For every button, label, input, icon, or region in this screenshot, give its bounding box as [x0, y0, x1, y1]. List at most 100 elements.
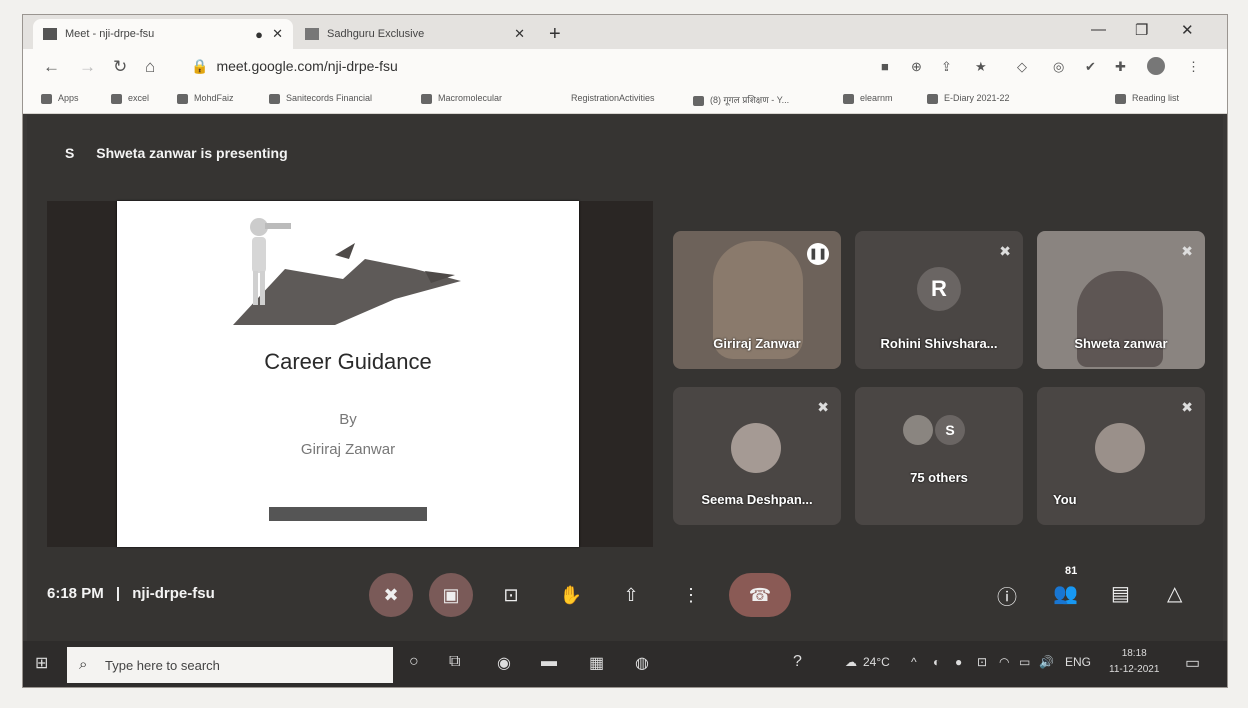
participant-tile[interactable]: ✖ Seema Deshpan... [673, 387, 841, 525]
new-tab-button[interactable]: + [549, 23, 561, 46]
mic-off-icon: ✖ [1181, 243, 1193, 259]
participant-name: Shweta zanwar [1074, 336, 1168, 351]
camera-icon[interactable]: ■ [881, 59, 889, 74]
chrome-taskbar-icon[interactable]: ◉ [497, 653, 511, 673]
close-tab-icon[interactable]: ✕ [272, 26, 283, 42]
back-icon[interactable]: ← [43, 57, 60, 77]
participant-name: Seema Deshpan... [701, 492, 813, 507]
weather-icon[interactable]: ☁ [845, 655, 857, 669]
task-view-icon[interactable]: ⧉ [449, 653, 460, 671]
presentation-slide[interactable]: Career Guidance By Giriraj Zanwar [117, 201, 579, 547]
slide-title: Career Guidance [264, 349, 432, 374]
camera-off-button[interactable]: ▣ [429, 573, 473, 617]
meeting-separator: | [115, 585, 121, 602]
chat-icon[interactable]: ▤ [1111, 581, 1130, 606]
bookmark-mohdfaiz[interactable]: MohdFaiz [177, 93, 234, 104]
notifications-icon[interactable]: ▭ [1185, 653, 1200, 673]
mic-off-icon: ✖ [1181, 399, 1193, 415]
bookmark-macromolecular[interactable]: Macromolecular [421, 93, 502, 104]
star-icon[interactable]: ★ [975, 59, 987, 75]
bookmark-label: Apps [58, 93, 79, 103]
bookmark-youtube[interactable]: (8) गूगल प्रशिक्षण - Y... [693, 93, 789, 106]
restore-icon[interactable]: ❐ [1135, 21, 1148, 39]
help-icon[interactable]: ? [793, 653, 802, 671]
close-window-icon[interactable]: ✕ [1181, 21, 1194, 39]
tab-sadhguru[interactable]: Sadhguru Exclusive ✕ [295, 19, 535, 49]
app-taskbar-icon[interactable]: ◍ [635, 653, 649, 673]
bookmark-sanitecords[interactable]: Sanitecords Financial [269, 93, 372, 104]
language-indicator[interactable]: ENG [1065, 655, 1091, 669]
puzzle-icon[interactable]: ✚ [1115, 59, 1126, 75]
slide-footer-bar [269, 507, 427, 521]
screen: Meet - nji-drpe-fsu ● ✕ Sadhguru Exclusi… [22, 14, 1228, 688]
zoom-icon[interactable]: ⊕ [911, 59, 922, 75]
home-icon[interactable]: ⌂ [145, 57, 155, 77]
profile-avatar[interactable] [1147, 57, 1165, 75]
meeting-details-icon[interactable]: ⓘ [997, 581, 1017, 610]
extension-icon[interactable]: ◇ [1017, 59, 1027, 75]
bookmark-icon [927, 93, 938, 104]
extension-icon[interactable]: ◎ [1053, 59, 1064, 75]
clock-date: 11-12-2021 [1109, 664, 1160, 675]
bookmark-ediary[interactable]: E-Diary 2021-22 [927, 93, 1010, 104]
address-row: ← → ↻ ⌂ 🔒 meet.google.com/nji-drpe-fsu ■ … [23, 49, 1227, 85]
bookmark-excel[interactable]: excel [111, 93, 149, 104]
participant-avatar [731, 423, 781, 473]
participant-tile[interactable]: ✖ You [1037, 387, 1205, 525]
menu-icon[interactable]: ⋮ [1187, 59, 1200, 75]
mic-off-button[interactable]: ✖ [369, 573, 413, 617]
search-icon: ⌕ [79, 656, 88, 673]
participant-avatar: S [935, 415, 965, 445]
present-now-button[interactable]: ⇧ [609, 573, 653, 617]
people-icon[interactable]: 👥 [1053, 581, 1078, 606]
bookmarks-bar: Apps excel MohdFaiz Sanitecords Financia… [23, 85, 1227, 114]
participant-tile[interactable]: ❚❚ Giriraj Zanwar [673, 231, 841, 369]
minimize-icon[interactable]: — [1091, 21, 1106, 38]
bookmark-elearnm[interactable]: elearnm [843, 93, 893, 104]
tray-icon[interactable]: ⊡ [977, 655, 987, 669]
bookmark-icon [421, 93, 432, 104]
reading-list-icon [1115, 93, 1126, 104]
mic-tray-icon[interactable]: ● [955, 655, 962, 669]
battery-icon[interactable]: ▭ [1019, 655, 1030, 669]
check-icon[interactable]: ✔ [1085, 59, 1096, 75]
cortana-icon[interactable]: ○ [409, 653, 419, 671]
participant-avatar: R [917, 267, 961, 311]
reload-icon[interactable]: ↻ [113, 57, 127, 77]
share-icon[interactable]: ⇪ [941, 59, 952, 75]
bookmark-label: elearnm [860, 93, 893, 103]
start-icon[interactable]: ⊞ [35, 653, 48, 673]
taskbar-search[interactable]: ⌕ Type here to search [67, 647, 393, 683]
raise-hand-button[interactable]: ✋ [549, 573, 593, 617]
tab-meet[interactable]: Meet - nji-drpe-fsu ● ✕ [33, 19, 293, 49]
close-tab-icon[interactable]: ✕ [514, 26, 525, 42]
wifi-icon[interactable]: ◠ [999, 655, 1009, 669]
tray-icon[interactable]: ◐ [933, 655, 940, 669]
slide-by: By [339, 411, 357, 428]
reading-list[interactable]: Reading list [1115, 93, 1179, 104]
participant-name: Giriraj Zanwar [713, 336, 801, 351]
captions-button[interactable]: ⊡ [489, 573, 533, 617]
bookmark-registration[interactable]: RegistrationActivities [571, 93, 655, 103]
participant-tile[interactable]: ✖ R Rohini Shivshara... [855, 231, 1023, 369]
address-bar[interactable]: 🔒 meet.google.com/nji-drpe-fsu [191, 58, 398, 75]
app-taskbar-icon[interactable]: ▦ [589, 653, 604, 673]
url-text: meet.google.com/nji-drpe-fsu [216, 58, 398, 74]
taskbar-clock[interactable]: 18:18 11-12-2021 [1109, 646, 1159, 678]
participant-tile[interactable]: S 75 others [855, 387, 1023, 525]
tab-label: Meet - nji-drpe-fsu [65, 28, 155, 40]
bookmark-label: Macromolecular [438, 93, 503, 103]
participant-tile[interactable]: ✖ Shweta zanwar [1037, 231, 1205, 369]
apps-grid-icon [41, 93, 52, 104]
forward-icon[interactable]: → [79, 57, 96, 77]
meeting-time: 6:18 PM [47, 585, 104, 602]
volume-icon[interactable]: 🔊 [1039, 655, 1054, 669]
activities-icon[interactable]: △ [1167, 581, 1182, 606]
leave-call-button[interactable]: ☎ [729, 573, 791, 617]
show-hidden-icons-icon[interactable]: ^ [911, 655, 917, 669]
temperature[interactable]: 24°C [863, 655, 890, 669]
bookmark-label: RegistrationActivities [571, 93, 655, 103]
file-explorer-icon[interactable]: ▬ [541, 653, 557, 671]
bookmark-apps[interactable]: Apps [41, 93, 79, 104]
more-options-button[interactable]: ⋮ [669, 573, 713, 617]
